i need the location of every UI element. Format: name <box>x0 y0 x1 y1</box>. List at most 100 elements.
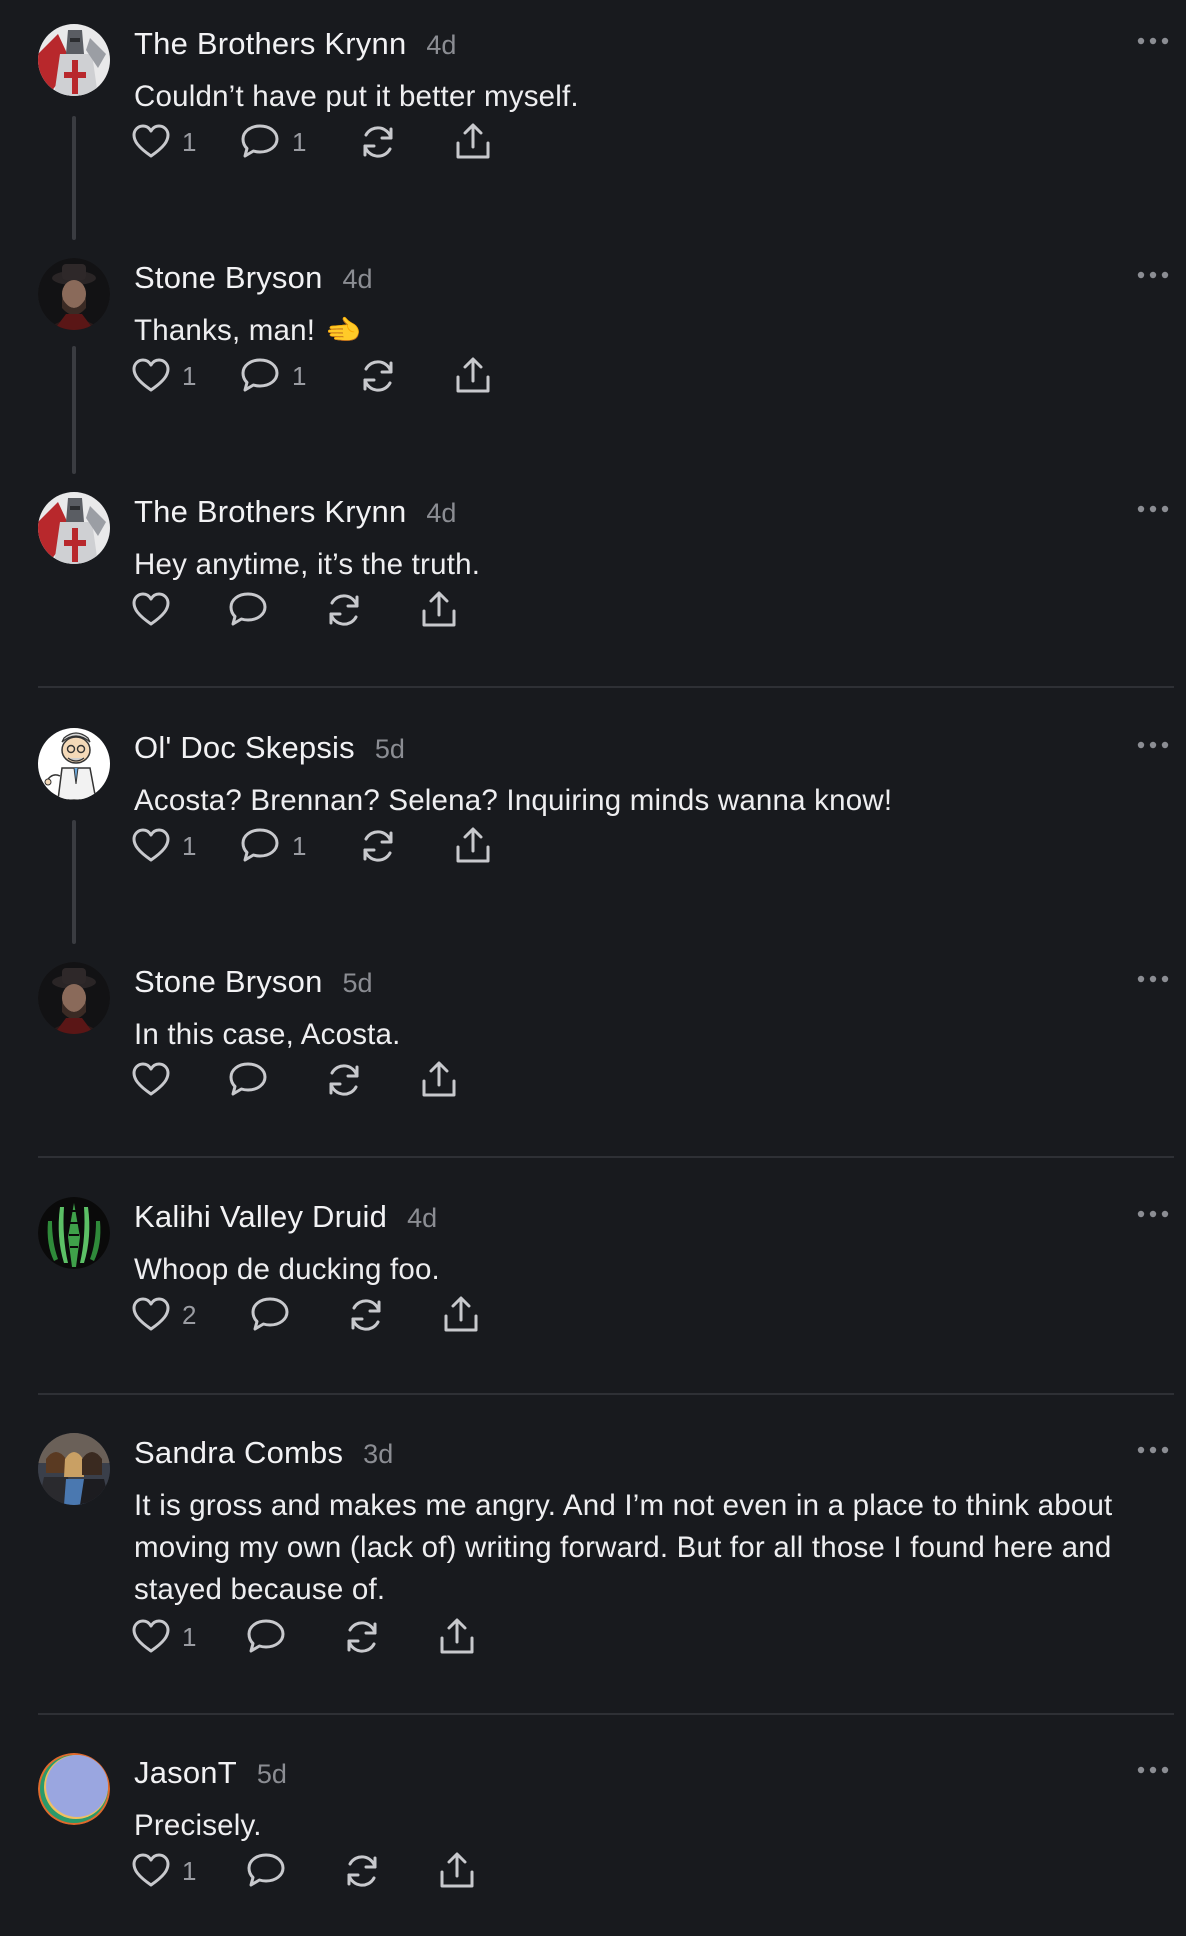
share-icon <box>456 357 490 393</box>
comment-text: Acosta? Brennan? Selena? Inquiring minds… <box>134 784 893 817</box>
comment-icon <box>247 1853 285 1887</box>
hat-man-avatar[interactable] <box>38 258 110 330</box>
share-button[interactable] <box>454 824 492 868</box>
share-button[interactable] <box>454 354 492 398</box>
like-button[interactable]: 1 <box>132 1615 196 1659</box>
group-photo-avatar[interactable] <box>38 1433 110 1505</box>
share-button[interactable] <box>454 120 492 164</box>
author-name[interactable]: Stone Bryson <box>134 260 323 296</box>
comment-header: Sandra Combs 3d <box>134 1435 393 1477</box>
like-button[interactable]: 1 <box>132 120 196 164</box>
comment-age: 5d <box>342 968 373 998</box>
comment-body: It is gross and makes me angry. And I’m … <box>134 1485 1154 1611</box>
reply-button[interactable] <box>246 1849 286 1893</box>
comment-text: Hey anytime, it’s the truth. <box>134 548 481 581</box>
comment-age: 4d <box>426 30 457 60</box>
reply-button[interactable]: 1 <box>240 120 306 164</box>
reply-button[interactable] <box>228 1058 268 1102</box>
knight-avatar[interactable] <box>38 492 110 564</box>
author-name[interactable]: The Brothers Krynn <box>134 494 406 530</box>
restack-button[interactable] <box>324 588 364 632</box>
comment-header: The Brothers Krynn 4d <box>134 494 456 536</box>
author-name[interactable]: JasonT <box>134 1755 237 1791</box>
share-button[interactable] <box>442 1293 480 1337</box>
heart-icon <box>132 1062 170 1096</box>
restack-icon <box>363 126 393 158</box>
author-name[interactable]: The Brothers Krynn <box>134 26 406 62</box>
comment-icon <box>241 124 279 158</box>
gradient-circle-avatar[interactable] <box>38 1753 110 1825</box>
comment-header: Ol' Doc Skepsis 5d <box>134 730 405 772</box>
doctor-cartoon-avatar[interactable] <box>38 728 110 800</box>
comment-body: Hey anytime, it’s the truth. <box>134 544 1154 586</box>
restack-button[interactable] <box>358 824 398 868</box>
reply-button[interactable] <box>246 1615 286 1659</box>
restack-button[interactable] <box>346 1293 386 1337</box>
comment-body: Acosta? Brennan? Selena? Inquiring minds… <box>134 780 1154 822</box>
thread-line <box>72 820 76 944</box>
restack-button[interactable] <box>358 120 398 164</box>
restack-button[interactable] <box>342 1849 382 1893</box>
restack-icon <box>347 1621 377 1653</box>
more-options-icon[interactable] <box>1136 36 1170 52</box>
share-icon <box>456 123 490 159</box>
more-options-icon[interactable] <box>1136 1209 1170 1225</box>
like-count: 1 <box>182 360 197 391</box>
reply-button[interactable]: 1 <box>240 354 306 398</box>
knight-avatar[interactable] <box>38 24 110 96</box>
more-options-icon[interactable] <box>1136 270 1170 286</box>
thread-line <box>72 116 76 240</box>
comment-text: In this case, Acosta. <box>134 1018 401 1051</box>
heart-icon <box>132 1619 170 1653</box>
restack-icon <box>351 1299 381 1331</box>
restack-icon <box>329 1064 359 1096</box>
comment-header: Stone Bryson 4d <box>134 260 373 302</box>
more-options-icon[interactable] <box>1136 504 1170 520</box>
share-button[interactable] <box>420 588 458 632</box>
thread-line <box>72 346 76 474</box>
author-name[interactable]: Sandra Combs <box>134 1435 343 1471</box>
more-options-icon[interactable] <box>1136 974 1170 990</box>
comment-icon <box>229 1062 267 1096</box>
comment-age: 4d <box>342 264 373 294</box>
restack-icon <box>329 594 359 626</box>
like-button[interactable] <box>132 1058 170 1102</box>
comment-body: In this case, Acosta. <box>134 1014 1154 1056</box>
comment-text: Whoop de ducking foo. <box>134 1253 440 1286</box>
like-count: 1 <box>182 126 197 157</box>
hat-man-avatar[interactable] <box>38 962 110 1034</box>
restack-button[interactable] <box>324 1058 364 1102</box>
like-count: 1 <box>182 830 197 861</box>
like-button[interactable] <box>132 588 170 632</box>
more-options-icon[interactable] <box>1136 740 1170 756</box>
restack-icon <box>363 830 393 862</box>
more-options-icon[interactable] <box>1136 1765 1170 1781</box>
restack-button[interactable] <box>342 1615 382 1659</box>
comment-icon <box>241 828 279 862</box>
reply-button[interactable]: 1 <box>240 824 306 868</box>
heart-icon <box>132 828 170 862</box>
reply-button[interactable] <box>250 1293 290 1337</box>
comment-header: JasonT 5d <box>134 1755 287 1797</box>
like-button[interactable]: 2 <box>132 1293 196 1337</box>
more-options-icon[interactable] <box>1136 1445 1170 1461</box>
author-name[interactable]: Ol' Doc Skepsis <box>134 730 355 766</box>
restack-button[interactable] <box>358 354 398 398</box>
comment-body: Couldn’t have put it better myself. <box>134 76 1154 118</box>
green-leaf-avatar[interactable] <box>38 1197 110 1269</box>
reply-button[interactable] <box>228 588 268 632</box>
like-button[interactable]: 1 <box>132 1849 196 1893</box>
like-button[interactable]: 1 <box>132 354 196 398</box>
comment-body: Thanks, man! 🫲 <box>134 310 1154 352</box>
share-button[interactable] <box>438 1615 476 1659</box>
author-name[interactable]: Stone Bryson <box>134 964 323 1000</box>
restack-icon <box>347 1855 377 1887</box>
reply-count: 1 <box>292 360 307 391</box>
share-button[interactable] <box>438 1849 476 1893</box>
heart-icon <box>132 1297 170 1331</box>
comment: Kalihi Valley Druid 4d Whoop de ducking fo… <box>0 1173 1186 1395</box>
like-button[interactable]: 1 <box>132 824 196 868</box>
author-name[interactable]: Kalihi Valley Druid <box>134 1199 387 1235</box>
share-button[interactable] <box>420 1058 458 1102</box>
share-icon <box>422 591 456 627</box>
